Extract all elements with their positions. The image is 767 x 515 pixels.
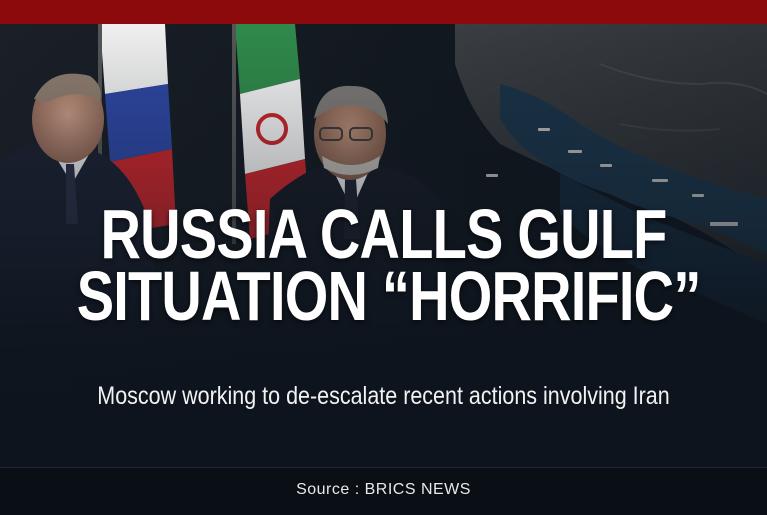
headline: RUSSIA CALLS GULF SITUATION “HORRIFIC” bbox=[76, 195, 702, 335]
headline-line-1: RUSSIA CALLS GULF bbox=[100, 195, 667, 273]
footer-bar: Source : BRICS NEWS bbox=[0, 467, 767, 515]
news-card: RUSSIA CALLS GULF SITUATION “HORRIFIC” M… bbox=[0, 0, 767, 515]
subheadline: Moscow working to de-escalate recent act… bbox=[97, 382, 670, 410]
top-accent-bar bbox=[0, 0, 767, 24]
source-credit: Source : BRICS NEWS bbox=[296, 481, 471, 498]
headline-line-2: SITUATION “HORRIFIC” bbox=[76, 257, 702, 335]
